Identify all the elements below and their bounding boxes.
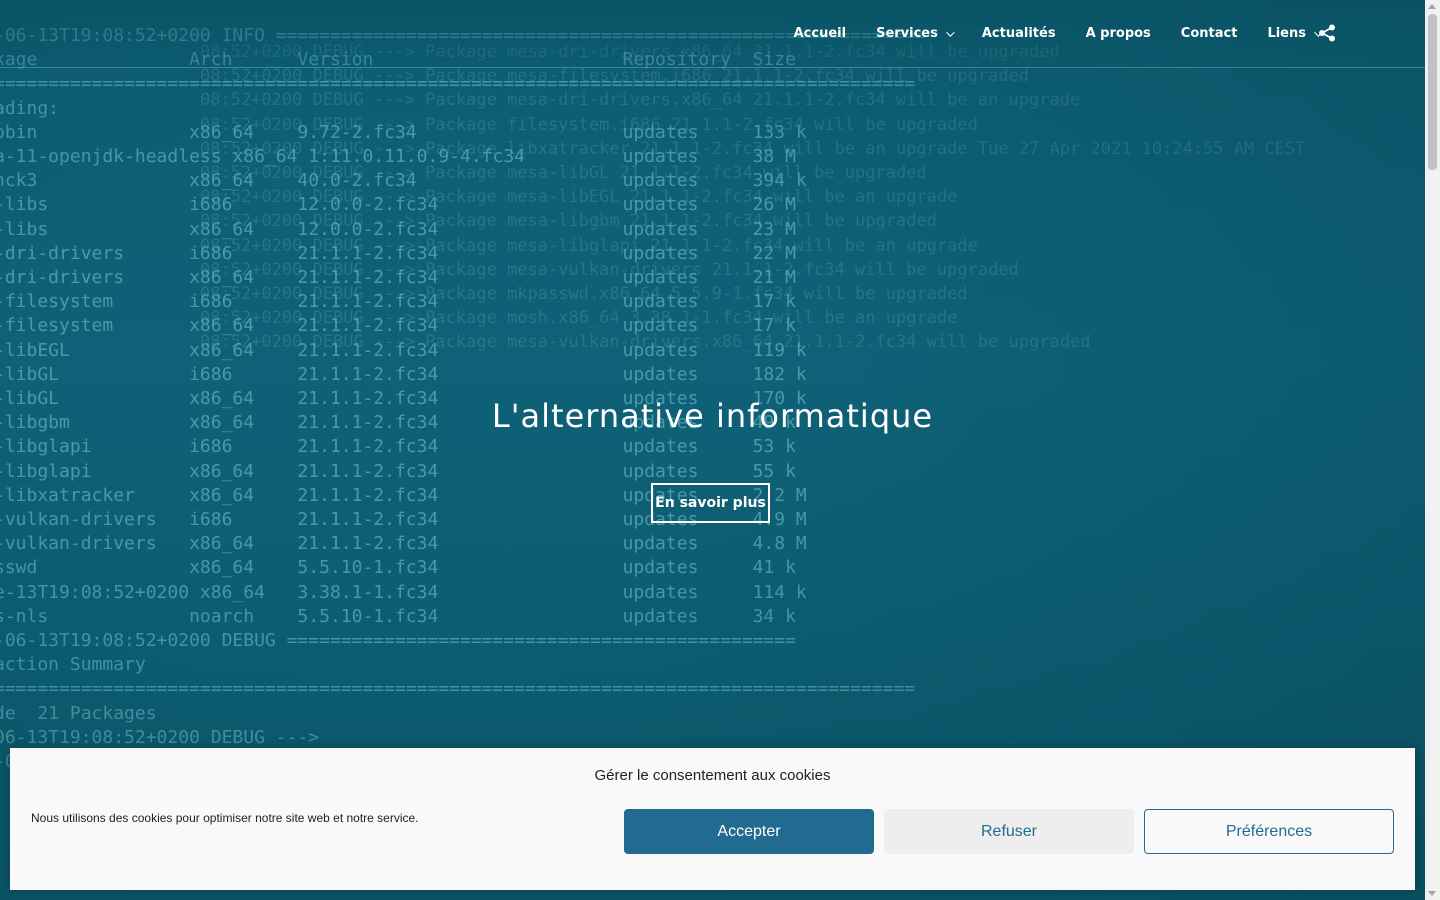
nav-item-label: Contact [1180,26,1238,41]
nav-item-contact[interactable]: Contact [1166,20,1253,47]
cookie-banner-title: Gérer le consentement aux cookies [594,767,831,784]
scrollbar-thumb[interactable] [1428,14,1437,170]
nav-item-label: Accueil [793,26,847,41]
nav-item-accueil[interactable]: Accueil [779,20,861,47]
nav-item-label: Liens [1267,26,1306,41]
cookie-banner-message: Nous utilisons des cookies pour optimise… [31,811,419,825]
cookie-preferences-button[interactable]: Préférences [1144,809,1394,854]
site-header: Accueil Services Actualités A propos Con… [0,0,1425,68]
page: 08:52+0200 DEBUG ---> Package mesa-dri-d… [0,0,1440,900]
nav-item-services[interactable]: Services [861,20,967,47]
scroll-down-arrow-icon[interactable] [1428,891,1436,896]
share-icon[interactable] [1318,24,1336,42]
nav-item-actualites[interactable]: Actualités [967,20,1071,47]
cookie-consent-banner: Gérer le consentement aux cookies Nous u… [10,748,1415,890]
hero-title: L'alternative informatique [491,397,934,436]
accept-cookies-button[interactable]: Accepter [624,809,874,854]
main-navigation: Accueil Services Actualités A propos Con… [779,20,1335,47]
scroll-up-arrow-icon[interactable] [1428,4,1436,9]
nav-item-label: Services [876,26,938,41]
page-scrollbar[interactable] [1425,0,1440,900]
learn-more-button[interactable]: En savoir plus [651,483,770,523]
nav-item-label: A propos [1085,26,1151,41]
nav-item-label: Actualités [981,26,1056,41]
refuse-cookies-button[interactable]: Refuser [884,809,1134,854]
nav-item-a-propos[interactable]: A propos [1071,20,1166,47]
chevron-down-icon [946,27,955,37]
